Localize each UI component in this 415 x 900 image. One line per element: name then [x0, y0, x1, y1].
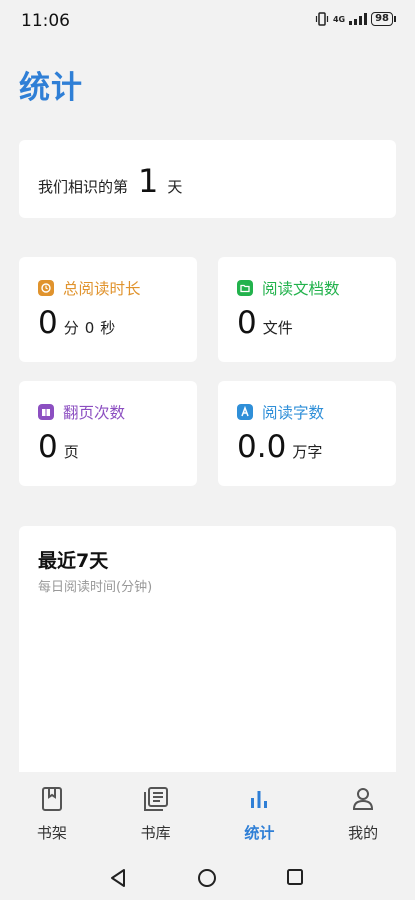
stat-minutes-unit: 分	[63, 319, 79, 337]
home-icon[interactable]	[197, 868, 217, 888]
status-icons: 4G 98	[315, 12, 396, 26]
library-icon	[143, 787, 168, 811]
stat-header: 翻页次数	[38, 401, 125, 423]
signal-icon	[349, 13, 368, 25]
nav-item-profile[interactable]: 我的	[311, 772, 415, 852]
recent-title: 最近7天	[38, 550, 109, 572]
stat-words-value: 0.0	[237, 429, 287, 465]
stat-documents-value: 0	[237, 305, 257, 341]
nav-item-bookshelf[interactable]: 书架	[0, 772, 104, 852]
stat-header: 阅读字数	[237, 401, 324, 423]
stat-pages-value: 0	[38, 429, 58, 465]
days-together-text: 我们相识的第 1 天	[38, 162, 182, 200]
recent-subtitle: 每日阅读时间(分钟)	[38, 580, 153, 595]
stat-seconds-unit: 秒	[100, 319, 116, 337]
page-title: 统计	[19, 70, 83, 106]
stat-label: 翻页次数	[63, 404, 126, 422]
stat-value: 0 页	[38, 429, 79, 465]
bookmark-book-icon	[41, 787, 62, 811]
book-open-icon	[38, 404, 54, 420]
stat-header: 总阅读时长	[38, 277, 141, 299]
days-together-card: 我们相识的第 1 天	[19, 140, 396, 218]
status-bar: 11:06 4G 98	[0, 0, 415, 40]
recents-icon[interactable]	[286, 868, 304, 886]
nav-item-library[interactable]: 书库	[104, 772, 208, 852]
letter-a-icon	[237, 404, 253, 420]
stat-value: 0 文件	[237, 305, 293, 341]
stat-minutes-value: 0	[38, 305, 58, 341]
days-prefix: 我们相识的第	[38, 178, 129, 196]
network-label: 4G	[332, 14, 346, 24]
days-suffix: 天	[167, 178, 183, 196]
recent-7-days-card: 最近7天 每日阅读时间(分钟)	[19, 526, 396, 786]
stat-card-page-turns[interactable]: 翻页次数 0 页	[19, 381, 197, 486]
nav-item-statistics[interactable]: 统计	[208, 772, 312, 852]
nav-label: 书架	[36, 824, 67, 842]
stat-header: 阅读文档数	[237, 277, 340, 299]
nav-label: 书库	[140, 824, 171, 842]
stat-label: 阅读文档数	[262, 280, 340, 298]
stat-value: 0 分 0 秒	[38, 305, 115, 341]
stat-label: 阅读字数	[262, 404, 325, 422]
bar-chart-icon	[251, 791, 268, 808]
vibrate-icon	[315, 12, 329, 26]
folder-icon	[237, 280, 253, 296]
system-nav-bar	[0, 852, 415, 900]
stat-label: 总阅读时长	[63, 280, 141, 298]
stat-seconds-value: 0	[84, 319, 95, 337]
stat-card-words[interactable]: 阅读字数 0.0 万字	[218, 381, 396, 486]
stat-documents-unit: 文件	[262, 319, 293, 337]
bottom-nav: 书架 书库 统计 我的	[0, 772, 415, 852]
stat-card-documents[interactable]: 阅读文档数 0 文件	[218, 257, 396, 362]
nav-label: 我的	[348, 824, 379, 842]
status-time: 11:06	[21, 11, 70, 31]
user-icon	[353, 788, 374, 810]
back-icon[interactable]	[109, 868, 127, 888]
stat-words-unit: 万字	[292, 443, 323, 461]
stat-pages-unit: 页	[63, 443, 79, 461]
battery-indicator: 98	[371, 12, 396, 26]
days-count: 1	[138, 162, 159, 200]
stat-card-reading-time[interactable]: 总阅读时长 0 分 0 秒	[19, 257, 197, 362]
clock-icon	[38, 280, 54, 296]
nav-label: 统计	[244, 824, 275, 842]
stat-value: 0.0 万字	[237, 429, 322, 465]
